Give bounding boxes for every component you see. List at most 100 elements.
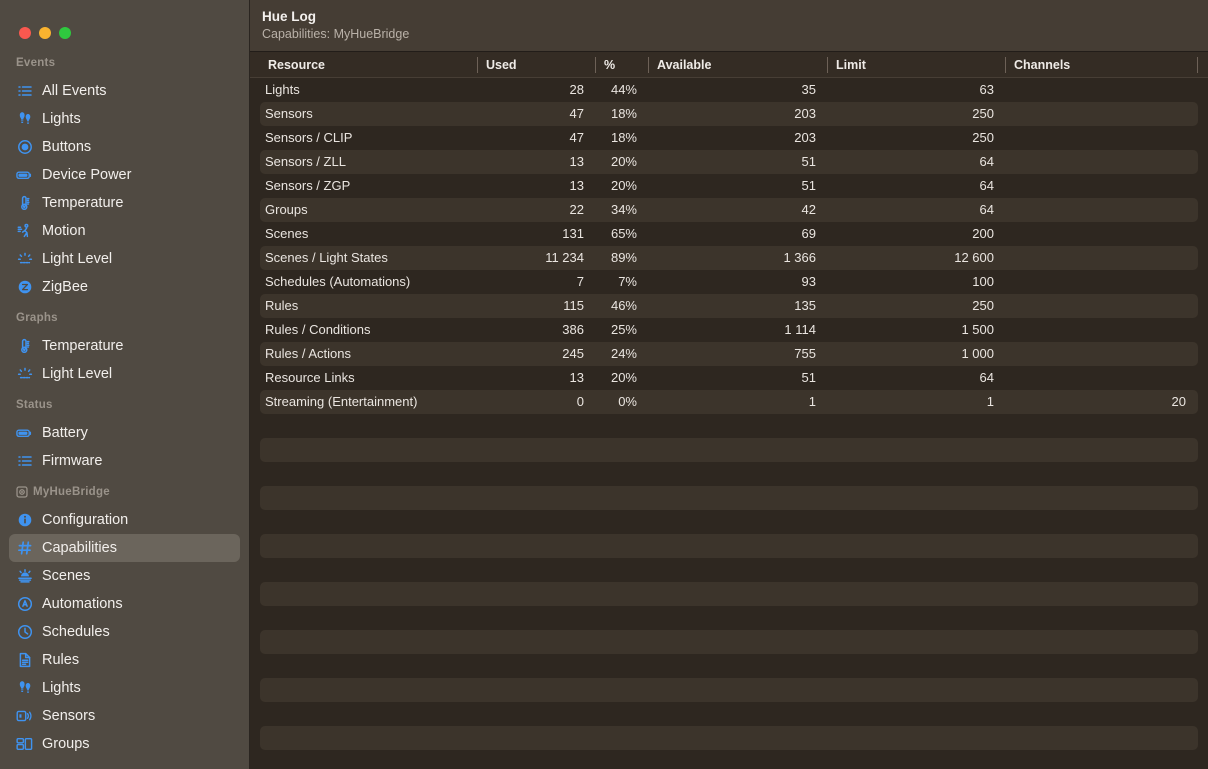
- table-row[interactable]: Schedules (Automations)77%93100: [260, 270, 1198, 294]
- column-header-channels[interactable]: Channels: [1005, 52, 1197, 78]
- cell-used: 28: [477, 78, 595, 102]
- table-row[interactable]: Sensors / ZLL1320%5164: [260, 150, 1198, 174]
- column-header-resource[interactable]: Resource: [259, 52, 477, 78]
- cell-used: 0: [477, 390, 595, 414]
- sidebar-item-firmware[interactable]: Firmware: [9, 447, 240, 475]
- column-resize-handle-pct[interactable]: [595, 57, 596, 73]
- cell-pct: 20%: [595, 366, 648, 390]
- sidebar-item-zigbee[interactable]: ZigBee: [9, 273, 240, 301]
- table-row[interactable]: Rules / Actions24524%7551 000: [260, 342, 1198, 366]
- table-row[interactable]: Groups2234%4264: [260, 198, 1198, 222]
- sidebar-item-scenes[interactable]: Scenes: [9, 562, 240, 590]
- sidebar-item-buttons[interactable]: Buttons: [9, 133, 240, 161]
- table-row[interactable]: Lights2844%3563: [260, 78, 1198, 102]
- sidebar-section-label: MyHueBridge: [33, 484, 110, 500]
- cell-limit: 12 600: [827, 246, 1005, 270]
- cell-channels: [1005, 246, 1197, 270]
- sidebar-item-automations[interactable]: Automations: [9, 590, 240, 618]
- cell-available: 1: [648, 390, 827, 414]
- cell-channels: [1005, 318, 1197, 342]
- page-subtitle: Capabilities: MyHueBridge: [262, 26, 1208, 43]
- sidebar-item-label: Schedules: [42, 618, 233, 646]
- cell-available: 755: [648, 342, 827, 366]
- cell-pct: 7%: [595, 270, 648, 294]
- bridge-icon: [16, 486, 28, 498]
- column-resize-handle-available[interactable]: [648, 57, 649, 73]
- sidebar-item-sensors[interactable]: Sensors: [9, 702, 240, 730]
- sidebar-item-temperature[interactable]: Temperature: [9, 332, 240, 360]
- table-row[interactable]: Rules11546%135250: [260, 294, 1198, 318]
- lightlevel-icon: [16, 251, 33, 268]
- sidebar-item-lights[interactable]: Lights: [9, 674, 240, 702]
- cell-resource: Rules / Conditions: [259, 318, 477, 342]
- cell-available: 51: [648, 174, 827, 198]
- minimize-window-button[interactable]: [39, 27, 51, 39]
- thermometer-icon: [16, 195, 33, 212]
- cell-available: 203: [648, 126, 827, 150]
- sidebar-item-device-power[interactable]: Device Power: [9, 161, 240, 189]
- cell-pct: 24%: [595, 342, 648, 366]
- sidebar-section-label: Events: [16, 55, 55, 71]
- sidebar-item-label: Device Power: [42, 161, 233, 189]
- cell-pct: 46%: [595, 294, 648, 318]
- bulbs-icon: [16, 111, 33, 128]
- cell-limit: 1: [827, 390, 1005, 414]
- sidebar-item-label: Motion: [42, 217, 233, 245]
- sidebar-section-title-myhuebridge: MyHueBridge: [0, 484, 249, 506]
- table-row[interactable]: Resource Links1320%5164: [260, 366, 1198, 390]
- groups-icon: [16, 736, 33, 753]
- sidebar-item-configuration[interactable]: Configuration: [9, 506, 240, 534]
- sidebar-item-all-events[interactable]: All Events: [9, 77, 240, 105]
- sidebar-item-capabilities[interactable]: Capabilities: [9, 534, 240, 562]
- sidebar-section-label: Graphs: [16, 310, 58, 326]
- lightlevel-icon: [16, 366, 33, 383]
- cell-limit: 63: [827, 78, 1005, 102]
- column-resize-handle-used[interactable]: [477, 57, 478, 73]
- table-row-empty: [260, 726, 1198, 750]
- cell-pct: 34%: [595, 198, 648, 222]
- table-row[interactable]: Scenes / Light States11 23489%1 36612 60…: [260, 246, 1198, 270]
- cell-used: 13: [477, 174, 595, 198]
- cell-limit: 250: [827, 102, 1005, 126]
- table-row[interactable]: Scenes13165%69200: [260, 222, 1198, 246]
- sidebar-item-label: Battery: [42, 419, 233, 447]
- table-row-empty: [260, 534, 1198, 558]
- bulbs-icon: [16, 680, 33, 697]
- app-window: EventsAll EventsLightsButtonsDevice Powe…: [0, 0, 1208, 769]
- sidebar-item-light-level[interactable]: Light Level: [9, 245, 240, 273]
- table-row[interactable]: Sensors / ZGP1320%5164: [260, 174, 1198, 198]
- sidebar-item-label: ZigBee: [42, 273, 233, 301]
- table-row[interactable]: Streaming (Entertainment)00%1120: [260, 390, 1198, 414]
- table-row-empty: [260, 510, 1198, 534]
- maximize-window-button[interactable]: [59, 27, 71, 39]
- column-resize-handle-end[interactable]: [1197, 57, 1198, 73]
- table-row-empty: [260, 606, 1198, 630]
- scenes-icon: [16, 568, 33, 585]
- sidebar-item-rules[interactable]: Rules: [9, 646, 240, 674]
- table-row[interactable]: Rules / Conditions38625%1 1141 500: [260, 318, 1198, 342]
- column-header-used[interactable]: Used: [477, 52, 595, 78]
- table-row[interactable]: Sensors4718%203250: [260, 102, 1198, 126]
- sidebar-item-groups[interactable]: Groups: [9, 730, 240, 758]
- sidebar-item-label: Automations: [42, 590, 233, 618]
- battery-icon: [16, 425, 33, 442]
- close-window-button[interactable]: [19, 27, 31, 39]
- cell-available: 35: [648, 78, 827, 102]
- sidebar-item-lights[interactable]: Lights: [9, 105, 240, 133]
- cell-used: 7: [477, 270, 595, 294]
- sidebar-item-motion[interactable]: Motion: [9, 217, 240, 245]
- column-header-available[interactable]: Available: [648, 52, 827, 78]
- list-icon: [16, 83, 33, 100]
- column-resize-handle-limit[interactable]: [827, 57, 828, 73]
- sidebar-item-light-level[interactable]: Light Level: [9, 360, 240, 388]
- sidebar-item-schedules[interactable]: Schedules: [9, 618, 240, 646]
- cell-channels: [1005, 366, 1197, 390]
- cell-available: 135: [648, 294, 827, 318]
- table-row[interactable]: Sensors / CLIP4718%203250: [260, 126, 1198, 150]
- sidebar-item-battery[interactable]: Battery: [9, 419, 240, 447]
- column-header-limit[interactable]: Limit: [827, 52, 1005, 78]
- column-header-pct[interactable]: %: [595, 52, 648, 78]
- column-resize-handle-channels[interactable]: [1005, 57, 1006, 73]
- sidebar-item-temperature[interactable]: Temperature: [9, 189, 240, 217]
- cell-pct: 20%: [595, 150, 648, 174]
